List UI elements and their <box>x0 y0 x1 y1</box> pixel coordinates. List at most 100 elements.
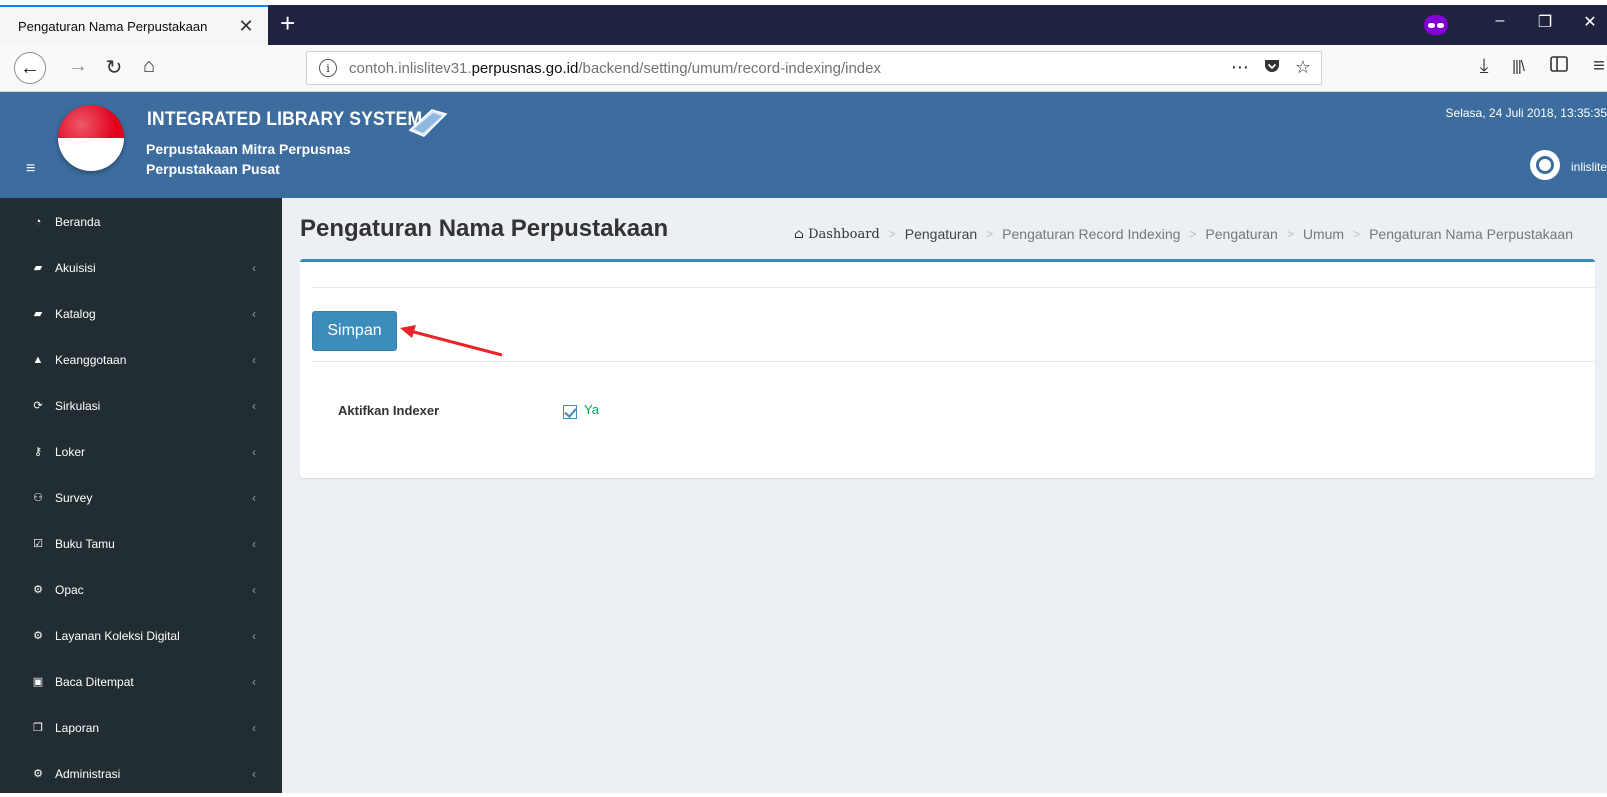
refresh-icon: ⟳ <box>33 400 43 412</box>
sidebar-item-label: Administrasi <box>55 766 121 781</box>
sidebar-item-loker[interactable]: ⚷ Loker ‹ <box>0 428 282 475</box>
tab-title: Pengaturan Nama Perpustakaan <box>18 18 208 34</box>
breadcrumb-pengaturan-2[interactable]: Pengaturan <box>1205 226 1277 242</box>
divider <box>312 287 1595 288</box>
sidebar-item-opac[interactable]: ⚙ Opac ‹ <box>0 566 282 613</box>
sidebar-item-label: Sirkulasi <box>55 398 101 413</box>
book-icon: ▰ <box>33 308 43 320</box>
library-subtitle: Perpustakaan Mitra Perpusnas <box>146 141 351 157</box>
current-datetime: Selasa, 24 Juli 2018, 13:35:35 <box>1445 106 1607 120</box>
app-title: INTEGRATED LIBRARY SYSTEM <box>147 109 423 130</box>
sidebar-item-label: Akuisisi <box>55 260 96 275</box>
sidebar-item-label: Survey <box>55 490 93 505</box>
library-icon[interactable]: |||\ <box>1504 58 1532 75</box>
sidebar-item-sirkulasi[interactable]: ⟳ Sirkulasi ‹ <box>0 382 282 429</box>
sidebar-item-akuisisi[interactable]: ▰ Akuisisi ‹ <box>0 244 282 291</box>
user-avatar-icon[interactable] <box>1530 150 1560 180</box>
cogs-icon: ⚙ <box>33 630 43 642</box>
hamburger-menu-icon[interactable]: ≡ <box>26 160 35 178</box>
back-button[interactable]: ← <box>14 52 46 84</box>
users-icon: ⚇ <box>33 492 43 504</box>
book-icon: ▰ <box>33 262 43 274</box>
home-icon: ⌂ <box>794 226 804 242</box>
site-info-icon[interactable]: i <box>319 59 337 77</box>
sidebar-item-laporan[interactable]: ❐ Laporan ‹ <box>0 704 282 751</box>
sidebar-icon[interactable] <box>1545 55 1573 78</box>
sidebar-item-buku-tamu[interactable]: ☑ Buku Tamu ‹ <box>0 520 282 567</box>
indexer-checkbox-label[interactable]: Ya <box>584 402 599 417</box>
library-branch: Perpustakaan Pusat <box>146 161 280 177</box>
settings-box: Simpan Aktifkan Indexer Ya <box>300 259 1595 478</box>
save-button[interactable]: Simpan <box>312 311 397 351</box>
chevron-left-icon: ‹ <box>252 720 256 735</box>
indonesia-logo <box>58 105 124 171</box>
sidebar-item-label: Loker <box>55 444 86 459</box>
main-content: Pengaturan Nama Perpustakaan ⌂ Dashboard… <box>282 198 1607 793</box>
sidebar-item-label: Opac <box>55 582 84 597</box>
breadcrumb-current: Pengaturan Nama Perpustakaan <box>1369 226 1574 242</box>
back-arrow-icon: ← <box>20 56 40 79</box>
user-icon: ▲ <box>32 353 44 366</box>
bookmark-star-icon[interactable]: ☆ <box>1295 57 1311 80</box>
cogs-icon: ⚙ <box>33 768 43 780</box>
breadcrumb-home[interactable]: ⌂ Dashboard <box>794 227 880 242</box>
close-window-button[interactable]: ✕ <box>1575 12 1605 32</box>
chevron-left-icon: ‹ <box>252 766 256 781</box>
url-actions: ⋯ ☆ <box>1231 57 1311 80</box>
pocket-icon[interactable] <box>1263 57 1281 80</box>
download-icon[interactable]: ⤓ <box>1470 55 1498 78</box>
url-text[interactable]: contoh.inlislitev31.perpusnas.go.id/back… <box>349 60 881 77</box>
breadcrumb-umum[interactable]: Umum <box>1303 226 1344 242</box>
home-icon[interactable]: ⌂ <box>135 55 163 78</box>
sidebar-nav: ◔ Beranda ▰ Akuisisi ‹ ▰ Katalog ‹ ▲ Keanggotaan ‹… <box>0 198 282 793</box>
indexer-checkbox[interactable] <box>563 405 577 419</box>
sidebar-item-survey[interactable]: ⚇ Survey ‹ <box>0 474 282 521</box>
tab-close-icon[interactable]: ✕ <box>236 16 256 37</box>
check-square-icon: ☑ <box>33 538 43 550</box>
chevron-left-icon: ‹ <box>252 536 256 551</box>
reload-icon[interactable]: ↻ <box>100 55 128 80</box>
sidebar-item-label: Beranda <box>55 214 101 229</box>
chevron-left-icon: ‹ <box>252 628 256 643</box>
new-tab-button[interactable]: + <box>280 8 295 38</box>
chevron-left-icon: ‹ <box>252 306 256 321</box>
user-name[interactable]: inlislite <box>1571 160 1607 174</box>
url-bar[interactable]: i contoh.inlislitev31.perpusnas.go.id/ba… <box>306 51 1322 85</box>
sidebar-item-baca-ditempat[interactable]: ▣ Baca Ditempat ‹ <box>0 658 282 705</box>
forward-arrow-icon[interactable]: → <box>64 55 92 78</box>
browser-nav-bar: ← → ↻ ⌂ i contoh.inlislitev31.perpusnas.… <box>0 45 1607 92</box>
breadcrumb-pengaturan[interactable]: Pengaturan <box>905 226 977 242</box>
tab-strip-background <box>268 5 1607 45</box>
breadcrumb-record-indexing[interactable]: Pengaturan Record Indexing <box>1002 226 1180 242</box>
sidebar-item-label: Keanggotaan <box>55 352 127 367</box>
restore-window-button[interactable]: ❐ <box>1530 12 1560 32</box>
chevron-left-icon: ‹ <box>252 352 256 367</box>
private-browsing-mask-icon <box>1424 15 1448 35</box>
sidebar-item-layanan-koleksi-digital[interactable]: ⚙ Layanan Koleksi Digital ‹ <box>0 612 282 659</box>
cogs-icon: ⚙ <box>33 584 43 596</box>
divider <box>312 361 1595 362</box>
minimize-window-button[interactable]: – <box>1485 12 1515 30</box>
sidebar-item-katalog[interactable]: ▰ Katalog ‹ <box>0 290 282 337</box>
app-header: ≡ INTEGRATED LIBRARY SYSTEM Perpustakaan… <box>0 92 1607 198</box>
sidebar-item-administrasi[interactable]: ⚙ Administrasi ‹ <box>0 750 282 797</box>
copy-icon: ❐ <box>33 722 43 734</box>
indexer-label: Aktifkan Indexer <box>338 403 440 418</box>
page-actions-icon[interactable]: ⋯ <box>1231 57 1249 80</box>
chevron-left-icon: ‹ <box>252 490 256 505</box>
sidebar-item-label: Laporan <box>55 720 100 735</box>
chevron-left-icon: ‹ <box>252 674 256 689</box>
browser-tab-bar: Pengaturan Nama Perpustakaan ✕ + – ❐ ✕ <box>0 0 1607 45</box>
chevron-left-icon: ‹ <box>252 398 256 413</box>
browser-tab-active[interactable]: Pengaturan Nama Perpustakaan ✕ <box>0 5 268 45</box>
sidebar-item-label: Baca Ditempat <box>55 674 134 689</box>
sidebar-item-beranda[interactable]: ◔ Beranda <box>0 198 282 245</box>
key-icon: ⚷ <box>33 446 43 458</box>
sidebar-item-label: Layanan Koleksi Digital <box>55 628 180 643</box>
feed-icon: ▣ <box>32 676 44 688</box>
menu-icon[interactable]: ≡ <box>1585 55 1607 78</box>
open-book-icon <box>408 109 448 137</box>
sidebar-item-keanggotaan[interactable]: ▲ Keanggotaan ‹ <box>0 336 282 383</box>
breadcrumb: ⌂ Dashboard > Pengaturan > Pengaturan Re… <box>794 226 1574 242</box>
chevron-left-icon: ‹ <box>252 444 256 459</box>
